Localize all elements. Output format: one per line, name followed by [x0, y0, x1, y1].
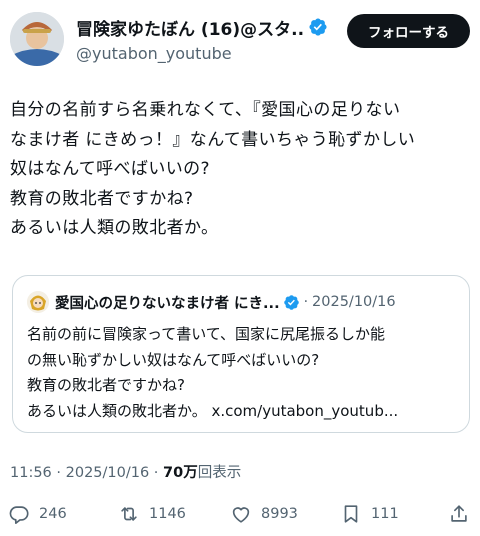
quoted-author-name: 愛国心の足りないなまけ者 にき... [55, 295, 280, 312]
quoted-line: 教育の敗北者ですかね? [27, 376, 185, 394]
author-avatar[interactable] [10, 12, 64, 66]
repost-count: 1146 [149, 506, 186, 522]
quoted-line: の無い恥ずかしい奴はなんて呼べばいいの? [27, 350, 320, 369]
tweet-line: あるいは人類の敗北者か。 [10, 218, 219, 238]
meta-separator: · [149, 465, 164, 481]
quoted-line: あるいは人類の敗北者か。 x.com/yutabon_youtub... [27, 401, 399, 420]
author-handle[interactable]: @yutabon_youtube [76, 44, 336, 63]
tweet-line: 自分の名前すら名乗れなくて、『愛国心の足りない [10, 100, 401, 120]
quoted-tweet-text: 名前の前に冒険家って書いて、国家に尻尾振るしか能 の無い恥ずかしい奴はなんて呼べ… [27, 322, 459, 424]
quoted-line: 名前の前に冒険家って書いて、国家に尻尾振るしか能 [27, 325, 386, 343]
tweet-date[interactable]: 2025/10/16 [66, 465, 150, 481]
share-button[interactable] [448, 500, 470, 528]
repost-icon [121, 507, 137, 521]
like-count: 8993 [261, 506, 298, 522]
reply-button[interactable]: 246 [8, 500, 67, 528]
tweet-line: 教育の敗北者ですかね? [10, 188, 194, 209]
heart-icon [232, 507, 250, 523]
tweet-time[interactable]: 11:56 [10, 465, 52, 481]
share-icon [451, 505, 467, 522]
tweet-line: 奴はなんて呼べばいいの? [10, 159, 210, 179]
follow-button[interactable]: フォローする [347, 14, 470, 48]
like-button[interactable]: 8993 [230, 500, 298, 528]
verified-badge-icon [283, 294, 299, 310]
tweet-text: 自分の名前すら名乗れなくて、『愛国心の足りない なまけ者 にきめっ！』なんて書い… [10, 96, 472, 244]
bookmark-button[interactable]: 111 [340, 500, 399, 528]
repost-button[interactable]: 1146 [118, 500, 186, 528]
reply-icon [9, 506, 29, 524]
meta-separator: · [51, 465, 66, 481]
tweet-line: なまけ者 にきめっ！』なんて書いちゃう恥ずかしい [10, 129, 416, 150]
bookmark-count: 111 [371, 506, 399, 522]
reply-count: 246 [39, 506, 67, 522]
author-display-name[interactable]: 冒険家ゆたぼん (16)@スタ... [76, 15, 304, 40]
quoted-author-avatar [27, 291, 49, 313]
quoted-tweet-card[interactable]: 愛国心の足りないなまけ者 にき... · 2025/10/16 名前の前に冒険家… [12, 275, 470, 433]
view-label: 回表示 [197, 465, 242, 481]
quoted-tweet-header: 愛国心の足りないなまけ者 にき... · 2025/10/16 [27, 290, 459, 314]
verified-badge-icon [309, 18, 327, 36]
tweet-meta: 11:56 · 2025/10/16 · 70万回表示 [10, 461, 241, 482]
action-bar: 246 1146 8993 111 [8, 500, 474, 528]
quoted-date: 2025/10/16 [312, 294, 396, 310]
author-names: 冒険家ゆたぼん (16)@スタ... @yutabon_youtube [76, 14, 336, 63]
bookmark-icon [344, 505, 358, 523]
view-count: 70万 [163, 465, 198, 481]
quoted-separator: · [303, 294, 309, 310]
